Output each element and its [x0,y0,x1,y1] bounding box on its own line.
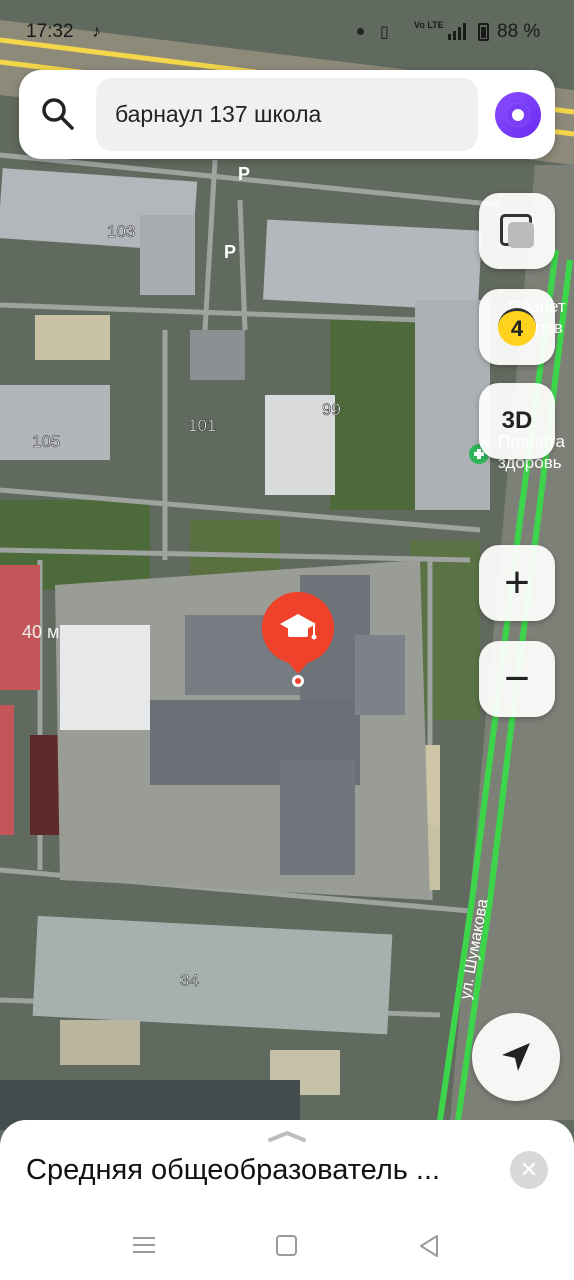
scale-label: 40 м [22,622,59,642]
zoom-out-button[interactable]: − [479,641,555,717]
building [140,215,195,295]
recent-apps-icon[interactable] [133,1237,155,1253]
label-34: 34 [180,971,199,990]
alice-voice-assistant-icon[interactable] [495,92,541,138]
status-bar: 17:32 ♪ ▯ Vo LTE 88 % [0,0,574,62]
school-wing [355,635,405,715]
search-icon[interactable] [41,97,75,131]
parking-label: P [238,164,250,184]
home-icon[interactable] [276,1235,297,1256]
zoom-in-button[interactable]: + [479,545,555,621]
court-red [0,705,14,835]
vibrate-icon: ▯ [380,24,389,41]
3d-button[interactable]: 3D [479,383,555,459]
clock: 17:32 [26,21,74,42]
search-bar: барнаул 137 школа [19,70,555,159]
close-icon: ✕ [519,1157,539,1182]
label-105: 105 [32,432,60,451]
label-103: 103 [107,222,135,241]
system-nav-bar [0,1210,574,1280]
building [263,219,482,311]
signal-icon [448,22,470,46]
music-note-icon: ♪ [92,21,101,41]
label-99: 99 [322,400,341,419]
grass-area [330,320,420,510]
court [60,1020,140,1065]
location-arrow-icon [502,1043,530,1071]
layers-icon [500,214,534,248]
layers-button[interactable] [479,193,555,269]
close-button[interactable]: ✕ [510,1151,548,1189]
school-building [280,760,355,875]
back-icon[interactable] [418,1234,440,1258]
building [32,915,393,1035]
court [35,315,110,360]
battery-icon [478,23,489,41]
place-title[interactable]: Средняя общеобразователь ... [26,1154,440,1187]
notification-dot-icon [357,28,364,35]
traffic-level-badge: 4 [498,308,536,346]
search-input[interactable]: барнаул 137 школа [96,78,478,151]
label-101: 101 [188,416,216,435]
volte-indicator: Vo LTE [414,20,444,30]
school-annex [60,625,150,730]
my-location-button[interactable] [472,1013,560,1101]
battery-percent: 88 % [497,21,541,42]
traffic-button[interactable]: 4 [479,289,555,365]
sheet-handle-icon[interactable] [268,1130,306,1142]
building [190,330,245,380]
parking-label: P [224,242,236,262]
